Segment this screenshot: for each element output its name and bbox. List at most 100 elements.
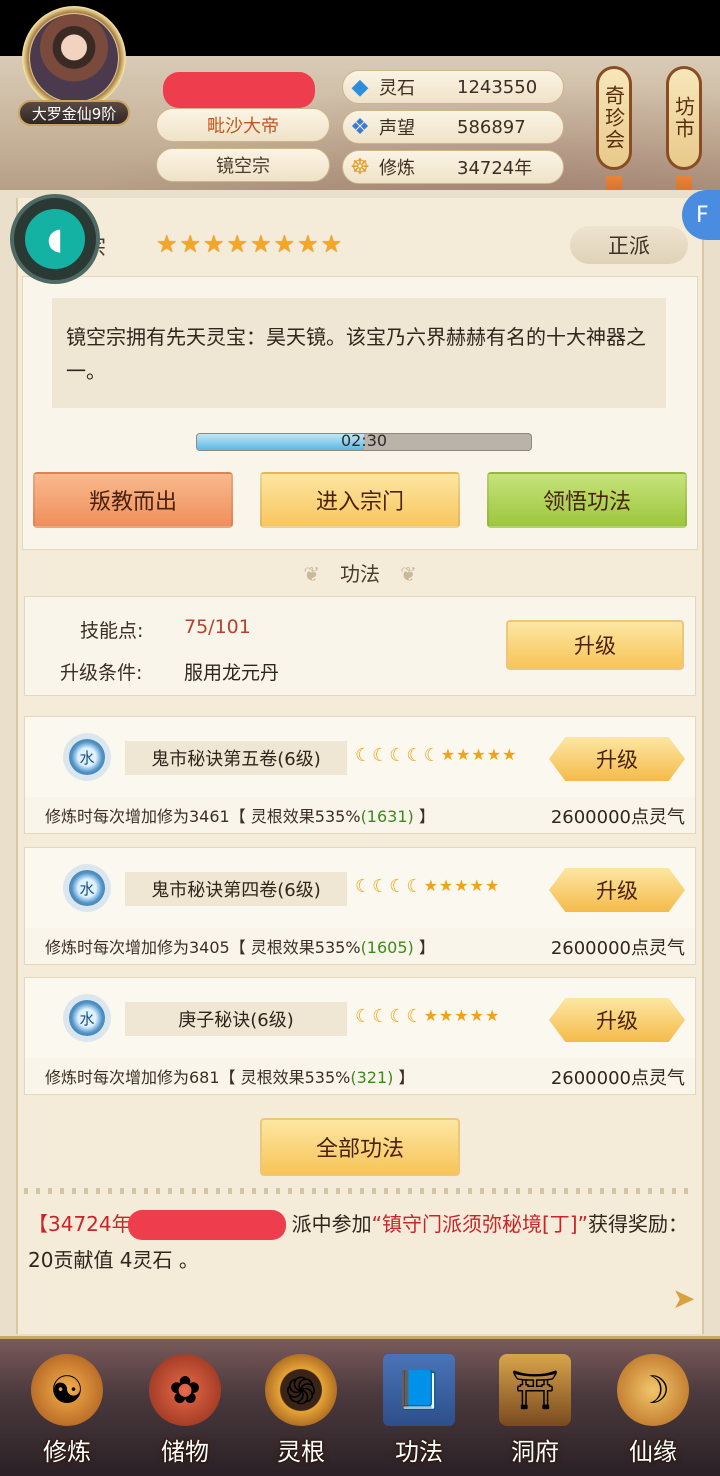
technique-upgrade-button[interactable]: 升级 xyxy=(549,868,685,912)
star-icon: ★ xyxy=(484,1006,500,1025)
stat-label: 声望 xyxy=(379,118,415,139)
water-element-icon: 水 xyxy=(69,870,105,906)
avatar-portrait xyxy=(30,14,118,102)
floating-assistant-button[interactable]: ◖ xyxy=(10,194,100,284)
meditation-icon: ☸ xyxy=(350,154,370,180)
alignment-badge: 正派 xyxy=(570,226,688,264)
nav-destiny[interactable]: ☽ 仙缘 xyxy=(598,1346,708,1472)
moon-icon: ☾ xyxy=(372,745,389,766)
market-sign[interactable]: 坊市 xyxy=(666,66,702,170)
skill-upgrade-button[interactable]: 升级 xyxy=(506,620,684,670)
stat-cultivation: ☸ 修炼 34724年 xyxy=(342,150,564,184)
moon-icon: ☾ xyxy=(406,876,423,897)
rank-badge: 大罗金仙9阶 xyxy=(18,100,130,126)
water-element-icon: 水 xyxy=(69,739,105,775)
moon-icon: ☾ xyxy=(355,745,372,766)
star-icon: ★ xyxy=(486,745,502,764)
log-middle: 派中参加 xyxy=(291,1212,372,1236)
technique-upgrade-button[interactable]: 升级 xyxy=(549,998,685,1042)
nav-techniques[interactable]: 📘 功法 xyxy=(364,1346,474,1472)
star-icon: ★ xyxy=(273,230,296,258)
log-year: 【34724年 xyxy=(28,1212,132,1236)
signal-icon: ◖ xyxy=(25,209,85,269)
gourd-icon: ☽ xyxy=(617,1354,689,1426)
sect-stars: ★ ★ ★ ★ ★ ★ ★ ★ xyxy=(156,230,342,258)
technique-cost: 2600000点灵气 xyxy=(550,938,685,959)
spirit-root-icon: ֍ xyxy=(265,1354,337,1426)
technique-name: 鬼市秘诀第五卷(6级) xyxy=(125,741,347,775)
stat-label: 灵石 xyxy=(379,78,415,99)
nav-cave[interactable]: ⛩ 洞府 xyxy=(480,1346,590,1472)
log-event: “镇守门派须弥秘境[丁]” xyxy=(371,1212,588,1236)
nav-label: 洞府 xyxy=(511,1438,559,1466)
technique-name: 庚子秘诀(6级) xyxy=(125,1002,347,1036)
stat-value: 1243550 xyxy=(457,76,538,98)
avatar[interactable] xyxy=(22,6,126,110)
skill-points-value: 75/101 xyxy=(184,616,251,638)
star-icon: ★ xyxy=(226,230,249,258)
technique-description: 修炼时每次增加修为681【 灵根效果535%(321) 】 xyxy=(45,1064,415,1088)
technique-card: 水 鬼市秘诀第四卷(6级) ☾ ☾ ☾ ☾ ★ ★ ★ ★ ★ 升级 修炼时每次增加修为3405… xyxy=(24,847,696,965)
sect-description: 镜空宗拥有先天灵宝：昊天镜。该宝乃六界赫赫有名的十大神器之一。 xyxy=(52,298,666,408)
technique-card: 水 庚子秘诀(6级) ☾ ☾ ☾ ☾ ★ ★ ★ ★ ★ 升级 修炼时每次增加修为681【 灵根… xyxy=(24,977,696,1095)
moon-icon: ☾ xyxy=(372,1006,389,1027)
desc-highlight: (321) xyxy=(350,1068,394,1087)
leave-sect-button[interactable]: 叛教而出 xyxy=(33,472,233,528)
star-icon: ★ xyxy=(179,230,202,258)
star-icon: ★ xyxy=(456,745,471,764)
enter-sect-button[interactable]: 进入宗门 xyxy=(260,472,460,528)
nav-spirit-root[interactable]: ֍ 灵根 xyxy=(246,1346,356,1472)
pavilion-icon: ⛩ xyxy=(499,1354,571,1426)
star-icon: ★ xyxy=(156,230,178,258)
event-log: 【34724年 派中参加“镇守门派须弥秘境[丁]”获得奖励：20贡献值 4灵石 。 xyxy=(28,1206,688,1278)
technique-rating: ☾ ☾ ☾ ☾ ★ ★ ★ ★ ★ xyxy=(355,1006,499,1027)
upgrade-condition-value: 服用龙元丹 xyxy=(184,662,280,684)
star-icon: ★ xyxy=(438,1006,454,1025)
nav-label: 功法 xyxy=(395,1438,443,1466)
stat-value: 34724年 xyxy=(457,158,533,179)
player-title: 毗沙大帝 xyxy=(156,108,330,142)
redacted-log-name xyxy=(128,1210,286,1240)
nav-cultivate[interactable]: ☯ 修炼 xyxy=(12,1346,122,1472)
star-icon: ★ xyxy=(297,230,319,258)
reputation-icon: ❖ xyxy=(350,114,370,140)
star-icon: ★ xyxy=(484,876,500,895)
desc-suffix: 】 xyxy=(393,1068,415,1087)
technique-description: 修炼时每次增加修为3405【 灵根效果535%(1605) 】 xyxy=(45,934,435,958)
moon-icon: ☾ xyxy=(389,745,406,766)
star-icon: ★ xyxy=(454,1006,469,1025)
redacted-player-name xyxy=(163,72,315,108)
nav-label: 仙缘 xyxy=(629,1438,677,1466)
book-icon: 📘 xyxy=(383,1354,455,1426)
star-icon: ★ xyxy=(320,230,343,258)
stat-value: 586897 xyxy=(457,116,526,138)
stat-spirit-stone: ◆ 灵石 1243550 xyxy=(342,70,564,104)
star-icon: ★ xyxy=(250,230,272,258)
star-icon: ★ xyxy=(423,1006,438,1025)
star-icon: ★ xyxy=(438,876,454,895)
desc-text: 修炼时每次增加修为3405【 灵根效果535% xyxy=(45,938,361,957)
star-icon: ★ xyxy=(440,745,456,764)
technique-name: 鬼市秘诀第四卷(6级) xyxy=(125,872,347,906)
desc-suffix: 】 xyxy=(413,938,435,957)
all-techniques-button[interactable]: 全部功法 xyxy=(260,1118,460,1176)
technique-upgrade-button[interactable]: 升级 xyxy=(549,737,685,781)
next-arrow-icon[interactable]: ➤ xyxy=(672,1282,695,1315)
monk-icon: ☯ xyxy=(31,1354,103,1426)
treasure-shop-sign[interactable]: 奇珍会 xyxy=(596,66,632,170)
star-icon: ★ xyxy=(471,745,486,764)
comprehend-technique-button[interactable]: 领悟功法 xyxy=(487,472,687,528)
technique-rating: ☾ ☾ ☾ ☾ ☾ ★ ★ ★ ★ ★ xyxy=(355,745,516,766)
star-icon: ★ xyxy=(203,230,225,258)
divider xyxy=(24,1188,696,1194)
technique-card: 水 鬼市秘诀第五卷(6级) ☾ ☾ ☾ ☾ ☾ ★ ★ ★ ★ ★ 升级 修炼时每次增加修为346… xyxy=(24,716,696,834)
stat-label: 修炼 xyxy=(379,158,415,179)
nav-label: 修炼 xyxy=(43,1438,91,1466)
spirit-stone-icon: ◆ xyxy=(351,74,369,100)
nav-storage[interactable]: ✿ 储物 xyxy=(130,1346,240,1472)
desc-text: 修炼时每次增加修为3461【 灵根效果535% xyxy=(45,807,361,826)
desc-highlight: (1605) xyxy=(360,938,414,957)
desc-text: 修炼时每次增加修为681【 灵根效果535% xyxy=(45,1068,351,1087)
star-icon: ★ xyxy=(502,745,517,764)
water-element-icon: 水 xyxy=(69,1000,105,1036)
